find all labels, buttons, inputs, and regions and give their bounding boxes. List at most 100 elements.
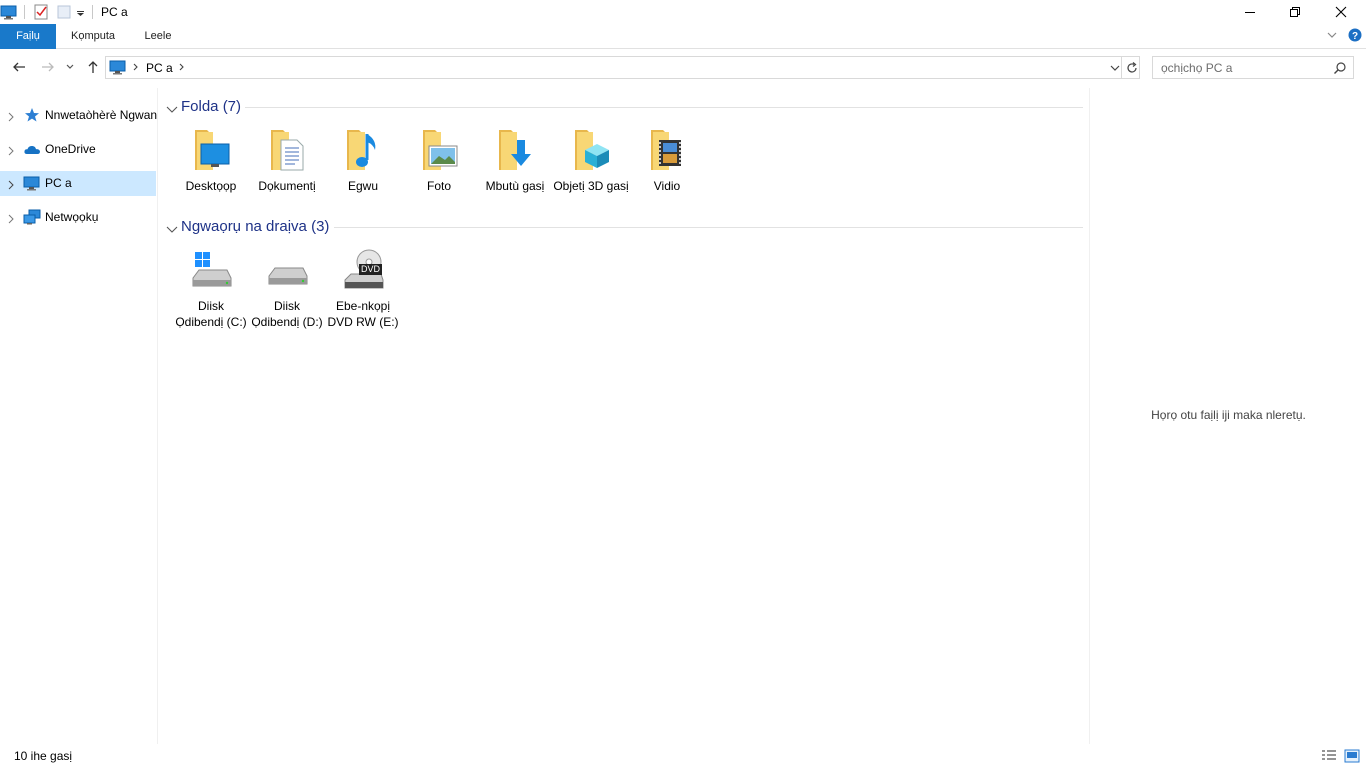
computer-icon xyxy=(109,59,127,78)
expand-ribbon-icon[interactable] xyxy=(1326,29,1338,44)
nav-item-onedrive[interactable]: OneDrive xyxy=(0,137,156,162)
tile-label: Diisk Ọdibendị (C:) xyxy=(175,299,247,329)
windows-drive-icon xyxy=(187,246,235,294)
close-button[interactable] xyxy=(1318,0,1364,24)
collapse-chevron-icon[interactable] xyxy=(166,223,178,237)
group-title: Folda (7) xyxy=(181,98,242,115)
nav-item-network[interactable]: Netwọọkụ xyxy=(0,205,156,230)
drive-tile-e[interactable]: DVD Ebe-nkọpị DVD RW (E:) xyxy=(325,246,401,330)
breadcrumb-chevron-icon[interactable] xyxy=(178,60,186,77)
desktop-folder-icon xyxy=(187,126,235,174)
item-count: 10 ihe gasị xyxy=(14,749,73,763)
search-icon[interactable] xyxy=(1333,61,1347,78)
folder-tile-desktop[interactable]: Desktọọp xyxy=(173,126,249,194)
downloads-folder-icon xyxy=(491,126,539,174)
separator xyxy=(24,5,25,19)
folder-tile-videos[interactable]: Vidio xyxy=(629,126,705,194)
folder-tile-documents[interactable]: Dọkumentị xyxy=(249,126,325,194)
folder-tile-music[interactable]: Egwu xyxy=(325,126,401,194)
up-arrow-icon xyxy=(88,61,98,73)
drive-tile-d[interactable]: Diisk Ọdibendị (D:) xyxy=(249,246,325,330)
network-icon xyxy=(23,209,41,225)
tile-label: Ebe-nkọpị DVD RW (E:) xyxy=(327,299,399,329)
tab-computer[interactable]: Kọmputa xyxy=(62,24,124,49)
search-input[interactable]: ọchịchọ PC a xyxy=(1161,61,1232,75)
forward-button[interactable] xyxy=(39,58,57,76)
group-title: Ngwaọrụ na draịva (3) xyxy=(181,218,330,235)
back-arrow-icon xyxy=(13,62,25,72)
folder-tile-3d-objects[interactable]: Objetị 3D gasị xyxy=(553,126,629,194)
title-bar: PC a xyxy=(0,0,1366,24)
music-folder-icon xyxy=(339,126,387,174)
tile-label: Desktọọp xyxy=(185,179,237,193)
nav-item-label: OneDrive xyxy=(45,142,96,156)
help-icon[interactable]: ? xyxy=(1348,28,1362,45)
close-icon xyxy=(1335,6,1347,18)
dvd-badge: DVD xyxy=(359,264,383,275)
folder-tile-pictures[interactable]: Foto xyxy=(401,126,477,194)
recent-locations-button[interactable] xyxy=(64,58,76,76)
tile-label: Diisk Ọdibendị (D:) xyxy=(251,299,323,329)
tab-file[interactable]: Faịlụ xyxy=(0,24,56,49)
nav-item-label: PC a xyxy=(45,176,72,190)
chevron-down-icon xyxy=(66,64,74,69)
group-divider xyxy=(334,227,1083,228)
computer-icon xyxy=(23,175,41,191)
tab-view[interactable]: Leele xyxy=(136,24,180,49)
group-divider xyxy=(245,107,1083,108)
documents-folder-icon xyxy=(263,126,311,174)
nav-item-label: Netwọọkụ xyxy=(45,210,99,224)
nav-item-this-pc[interactable]: PC a xyxy=(0,171,156,196)
svg-text:?: ? xyxy=(1352,31,1358,42)
refresh-icon xyxy=(1127,62,1137,73)
dvd-drive-icon: DVD xyxy=(339,246,387,294)
tile-label: Mbutù gasị xyxy=(485,179,545,193)
folder-tile-downloads[interactable]: Mbutù gasị xyxy=(477,126,553,194)
content-area: Folda (7) Desktọọp Dọkumentị Egwu Foto M… xyxy=(160,88,1088,744)
drive-tile-c[interactable]: Diisk Ọdibendị (C:) xyxy=(173,246,249,330)
window-title: PC a xyxy=(101,5,128,19)
properties-icon[interactable] xyxy=(33,4,49,20)
expand-chevron-icon[interactable] xyxy=(8,213,14,227)
tile-label: Objetị 3D gasị xyxy=(553,179,629,193)
nav-item-label: Nnwetaòhèrè Ngwangwa xyxy=(45,108,157,122)
ribbon-tabs: Faịlụ Kọmputa Leele ? xyxy=(0,24,1366,49)
drive-icon xyxy=(263,246,311,294)
videos-folder-icon xyxy=(643,126,691,174)
details-view-button[interactable] xyxy=(1321,748,1337,764)
separator xyxy=(92,5,93,19)
search-box[interactable]: ọchịchọ PC a xyxy=(1152,56,1354,79)
address-history-dropdown[interactable] xyxy=(1109,62,1121,77)
new-folder-icon[interactable] xyxy=(56,4,72,20)
expand-chevron-icon[interactable] xyxy=(8,145,14,159)
minimize-button[interactable] xyxy=(1227,0,1273,24)
cloud-icon xyxy=(23,141,41,157)
large-icons-view-button[interactable] xyxy=(1344,748,1360,764)
nav-item-quick-access[interactable]: Nnwetaòhèrè Ngwangwa xyxy=(0,103,157,128)
back-button[interactable] xyxy=(10,58,28,76)
star-icon xyxy=(23,107,41,123)
large-icons-view-icon xyxy=(1344,749,1360,763)
pictures-folder-icon xyxy=(415,126,463,174)
breadcrumb-location[interactable]: PC a xyxy=(146,61,173,75)
forward-arrow-icon xyxy=(42,62,54,72)
breadcrumb-chevron-icon[interactable] xyxy=(132,60,140,77)
tile-label: Vidio xyxy=(653,179,681,193)
address-bar[interactable]: PC a xyxy=(105,56,1140,79)
customize-toolbar-icon[interactable] xyxy=(76,4,86,20)
expand-chevron-icon[interactable] xyxy=(8,111,14,125)
refresh-button[interactable] xyxy=(1125,61,1139,78)
collapse-chevron-icon[interactable] xyxy=(166,103,178,117)
3d-objects-folder-icon xyxy=(567,126,615,174)
tile-label: Dọkumentị xyxy=(258,179,316,193)
details-view-icon xyxy=(1322,750,1336,760)
restore-icon xyxy=(1290,7,1300,17)
expand-chevron-icon[interactable] xyxy=(8,179,14,193)
restore-button[interactable] xyxy=(1272,0,1318,24)
computer-icon xyxy=(0,4,18,20)
separator xyxy=(1121,57,1122,78)
up-button[interactable] xyxy=(84,58,102,76)
tile-label: Foto xyxy=(426,179,451,193)
preview-pane: Họrọ otu faịlị iji maka nleretụ. xyxy=(1089,88,1366,744)
status-bar: 10 ihe gasị xyxy=(0,744,1366,768)
